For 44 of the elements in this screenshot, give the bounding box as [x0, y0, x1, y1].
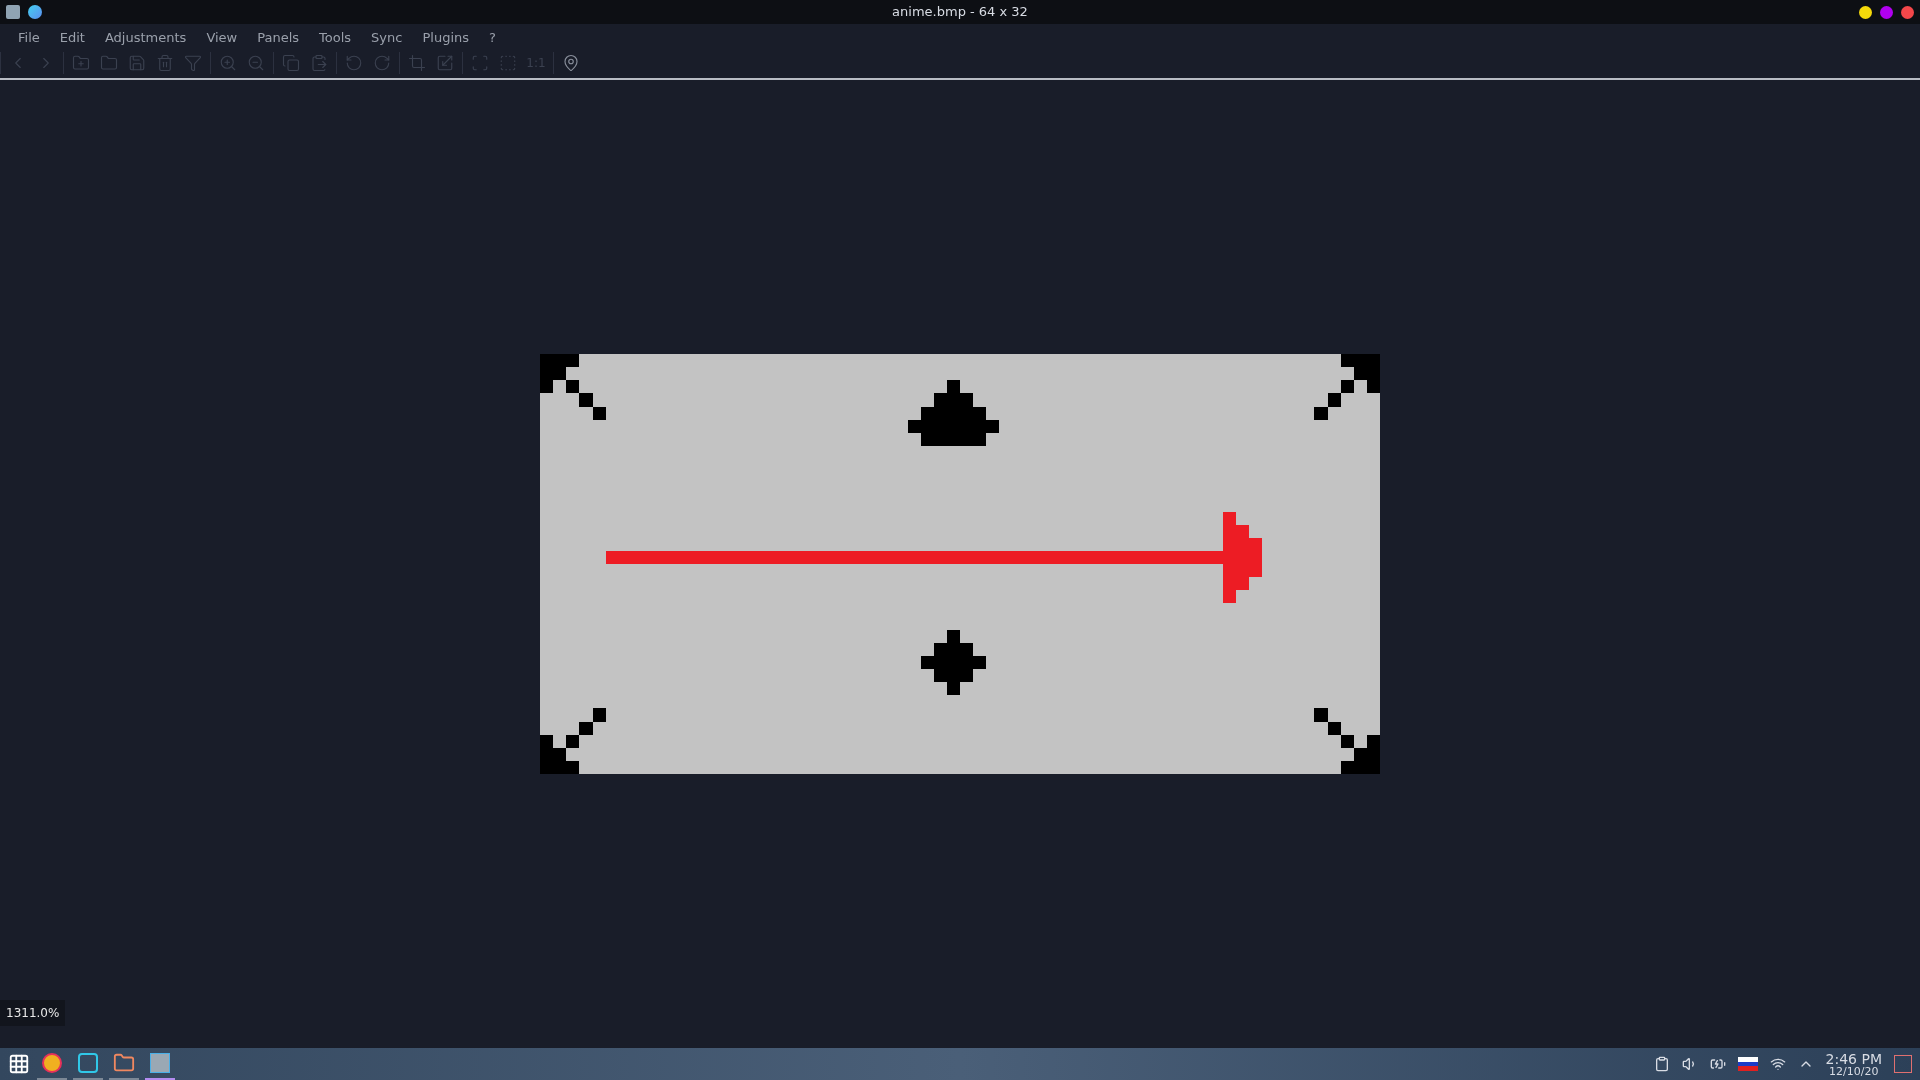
clock-time[interactable]: 2:46 PM: [1825, 1051, 1882, 1066]
zoom-in-icon: [219, 54, 237, 72]
copy-icon: [282, 54, 300, 72]
battery-icon[interactable]: [1709, 1056, 1726, 1072]
filter-icon: [184, 54, 202, 72]
show-desktop-button[interactable]: [1894, 1055, 1912, 1073]
network-icon[interactable]: [1769, 1056, 1786, 1072]
menu-item[interactable]: Adjustments: [94, 28, 197, 48]
menu-item[interactable]: ?: [479, 28, 506, 48]
zoom-level-label: 1311.0%: [0, 1000, 66, 1026]
window-title: anime.bmp - 64 x 32: [892, 3, 1028, 22]
maximize-button[interactable]: [1880, 5, 1893, 19]
corner-mark-drawing: [540, 708, 606, 774]
redo-icon: [373, 54, 391, 72]
folder-icon: [100, 54, 118, 72]
location-pin-icon: [562, 54, 580, 72]
crop-icon: [408, 54, 426, 72]
menu-item[interactable]: Edit: [49, 28, 95, 48]
zoom-out-icon: [247, 54, 265, 72]
folder-icon: [113, 1052, 135, 1074]
trash-icon: [156, 54, 174, 72]
menu-item[interactable]: Tools: [309, 28, 362, 48]
clipboard-icon[interactable]: [1653, 1056, 1670, 1072]
corner-mark-drawing: [540, 354, 606, 420]
close-button[interactable]: [1901, 5, 1914, 19]
resize-icon: [436, 54, 454, 72]
menu-item[interactable]: Panels: [247, 28, 310, 48]
menu-item[interactable]: Sync: [361, 28, 413, 48]
menu-item[interactable]: Plugins: [412, 28, 480, 48]
paste-icon: [310, 54, 328, 72]
minimize-button[interactable]: [1859, 5, 1872, 19]
new-folder-icon: [72, 54, 90, 72]
corner-mark-drawing: [1314, 354, 1380, 420]
corner-mark-drawing: [1314, 708, 1380, 774]
undo-icon: [345, 54, 363, 72]
keyboard-layout-flag-icon[interactable]: [1737, 1057, 1758, 1071]
app-launcher-icon[interactable]: [8, 1053, 30, 1075]
dashed-square-icon: [499, 54, 517, 72]
diamond-shape: [920, 629, 987, 696]
save-icon: [128, 54, 146, 72]
fullscreen-icon: [471, 54, 489, 72]
menu-item[interactable]: View: [196, 28, 248, 48]
clock-date[interactable]: 12/10/20: [1829, 1065, 1879, 1077]
menu-item[interactable]: File: [8, 28, 50, 48]
